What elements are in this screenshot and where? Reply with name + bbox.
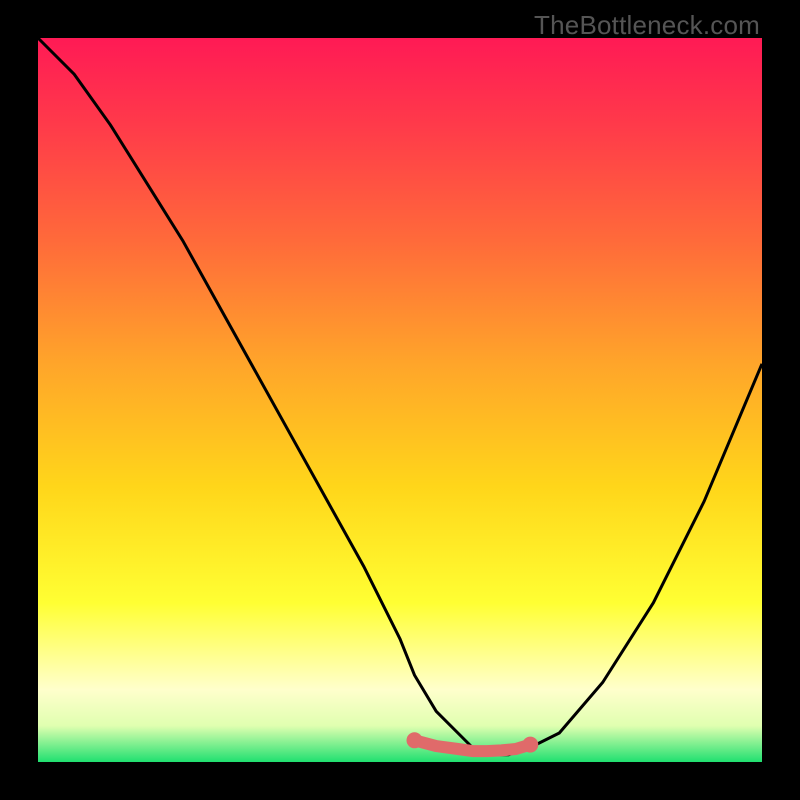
watermark-text: TheBottleneck.com — [534, 10, 760, 41]
optimal-range-end-dot — [522, 737, 538, 753]
curve-svg — [38, 38, 762, 762]
chart-frame: TheBottleneck.com — [0, 0, 800, 800]
bottleneck-curve — [38, 38, 762, 755]
plot-area — [38, 38, 762, 762]
optimal-range-end-dot — [407, 732, 423, 748]
optimal-range-line — [415, 740, 531, 751]
optimal-range-marker-group — [407, 732, 539, 752]
